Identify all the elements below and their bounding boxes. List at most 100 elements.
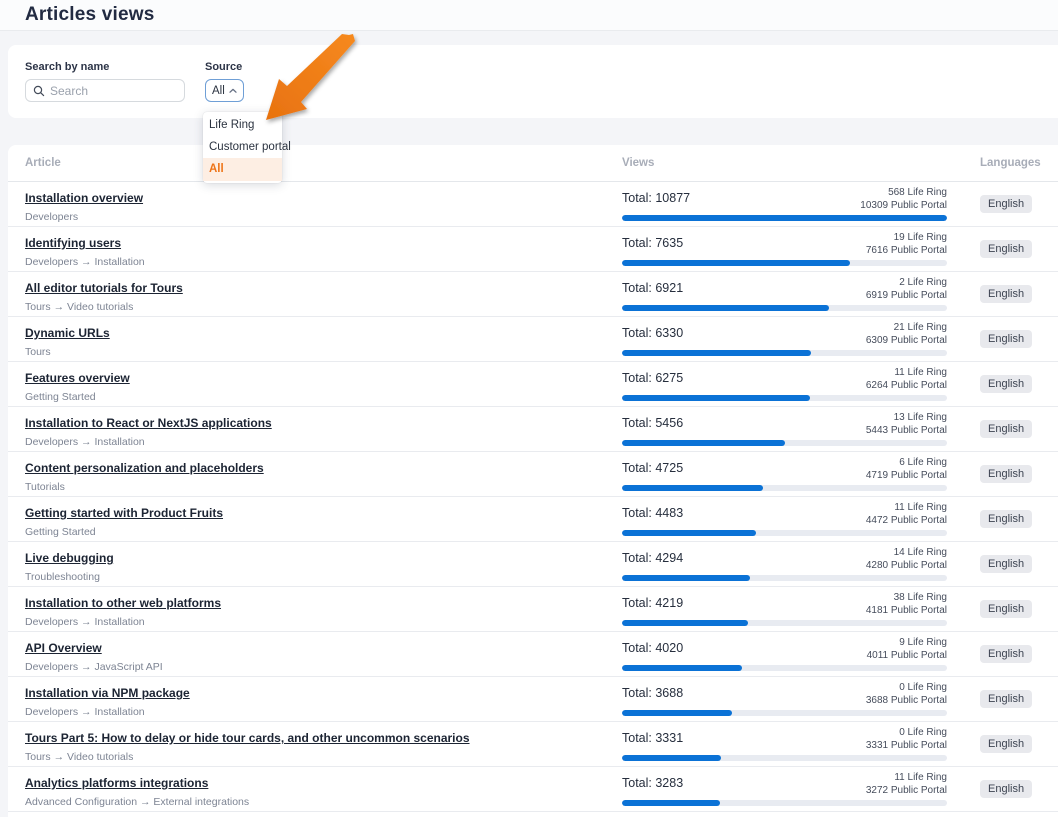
views-progress-fill — [622, 485, 763, 491]
life-ring-count: 11 Life Ring — [894, 367, 947, 378]
life-ring-count: 2 Life Ring — [899, 277, 947, 288]
table-row: Live debugging Troubleshooting Total: 42… — [8, 542, 1058, 587]
article-link[interactable]: Installation via NPM package — [25, 686, 190, 700]
language-badge: English — [980, 600, 1032, 618]
column-header-languages: Languages — [958, 157, 1058, 169]
search-input[interactable] — [50, 84, 177, 98]
article-link[interactable]: Dynamic URLs — [25, 326, 110, 340]
table-row: Content personalization and placeholders… — [8, 452, 1058, 497]
public-portal-count: 6919 Public Portal — [866, 290, 947, 301]
table-row: Installation overview Developers Total: … — [8, 182, 1058, 227]
views-progressbar — [622, 305, 947, 311]
article-path: Advanced Configuration → External integr… — [25, 796, 602, 808]
table-row: Identifying users Developers → Installat… — [8, 227, 1058, 272]
article-cell: API Overview Developers → JavaScript API — [8, 632, 612, 676]
views-progress-fill — [622, 575, 750, 581]
article-link[interactable]: Identifying users — [25, 236, 121, 250]
table-row: Installation to other web platforms Deve… — [8, 587, 1058, 632]
article-path: Developers → Installation — [25, 706, 602, 718]
views-breakdown: 11 Life Ring 6264 Public Portal — [866, 367, 947, 392]
views-cell: Total: 3283 11 Life Ring 3272 Public Por… — [612, 767, 958, 811]
languages-cell: English — [958, 362, 1058, 406]
views-cell: Total: 4483 11 Life Ring 4472 Public Por… — [612, 497, 958, 541]
views-cell: Total: 10877 568 Life Ring 10309 Public … — [612, 182, 958, 226]
search-box[interactable] — [25, 79, 185, 102]
article-link[interactable]: API Overview — [25, 641, 102, 655]
views-progress-fill — [622, 440, 785, 446]
views-breakdown: 0 Life Ring 3688 Public Portal — [866, 682, 947, 707]
views-progress-fill — [622, 260, 850, 266]
public-portal-count: 4280 Public Portal — [866, 560, 947, 571]
article-link[interactable]: Live debugging — [25, 551, 114, 565]
views-breakdown: 19 Life Ring 7616 Public Portal — [866, 232, 947, 257]
life-ring-count: 13 Life Ring — [894, 412, 947, 423]
public-portal-count: 6309 Public Portal — [866, 335, 947, 346]
languages-cell: English — [958, 452, 1058, 496]
dropdown-option-life-ring[interactable]: Life Ring — [203, 114, 282, 136]
article-link[interactable]: All editor tutorials for Tours — [25, 281, 183, 295]
article-link[interactable]: Tours Part 5: How to delay or hide tour … — [25, 731, 470, 745]
article-link[interactable]: Installation overview — [25, 191, 143, 205]
public-portal-count: 10309 Public Portal — [860, 200, 947, 211]
source-select[interactable]: All — [205, 79, 244, 102]
views-progress-fill — [622, 710, 732, 716]
views-breakdown: 2 Life Ring 6919 Public Portal — [866, 277, 947, 302]
views-cell: Total: 3331 0 Life Ring 3331 Public Port… — [612, 722, 958, 766]
views-progressbar — [622, 620, 947, 626]
article-path: Developers — [25, 211, 602, 223]
article-cell: Installation via NPM package Developers … — [8, 677, 612, 721]
views-total: Total: 6330 — [622, 322, 683, 340]
views-total: Total: 4020 — [622, 637, 683, 655]
language-badge: English — [980, 510, 1032, 528]
article-link[interactable]: Features overview — [25, 371, 130, 385]
language-badge: English — [980, 735, 1032, 753]
languages-cell: English — [958, 317, 1058, 361]
views-progressbar — [622, 710, 947, 716]
language-badge: English — [980, 690, 1032, 708]
language-badge: English — [980, 780, 1032, 798]
views-total: Total: 4483 — [622, 502, 683, 520]
page-header: Articles views — [0, 0, 1058, 31]
languages-cell: English — [958, 227, 1058, 271]
views-total: Total: 3688 — [622, 682, 683, 700]
dropdown-option-all[interactable]: All — [203, 158, 282, 181]
life-ring-count: 11 Life Ring — [894, 772, 947, 783]
article-link[interactable]: Analytics platforms integrations — [25, 776, 208, 790]
views-breakdown: 9 Life Ring 4011 Public Portal — [867, 637, 947, 662]
table-row: API Overview Developers → JavaScript API… — [8, 632, 1058, 677]
views-total: Total: 4725 — [622, 457, 683, 475]
article-link[interactable]: Installation to React or NextJS applicat… — [25, 416, 272, 430]
article-cell: Dynamic URLs Tours — [8, 317, 612, 361]
views-cell: Total: 4020 9 Life Ring 4011 Public Port… — [612, 632, 958, 676]
article-link[interactable]: Content personalization and placeholders — [25, 461, 264, 475]
views-progress-fill — [622, 800, 720, 806]
views-progressbar — [622, 215, 947, 221]
views-cell: Total: 4294 14 Life Ring 4280 Public Por… — [612, 542, 958, 586]
source-dropdown-menu: Life Ring Customer portal All — [203, 112, 282, 183]
articles-table: Article Views Languages Installation ove… — [8, 145, 1058, 817]
article-path: Troubleshooting — [25, 571, 602, 583]
article-path: Developers → Installation — [25, 256, 602, 268]
views-cell: Total: 4725 6 Life Ring 4719 Public Port… — [612, 452, 958, 496]
views-progress-fill — [622, 305, 829, 311]
article-path: Getting Started — [25, 526, 602, 538]
language-badge: English — [980, 420, 1032, 438]
views-progress-fill — [622, 755, 721, 761]
language-badge: English — [980, 645, 1032, 663]
table-row: Dynamic URLs Tours Total: 6330 21 Life R… — [8, 317, 1058, 362]
languages-cell: English — [958, 677, 1058, 721]
language-badge: English — [980, 240, 1032, 258]
views-total: Total: 6921 — [622, 277, 683, 295]
dropdown-option-customer-portal[interactable]: Customer portal — [203, 136, 282, 158]
article-path: Tutorials — [25, 481, 602, 493]
source-select-value: All — [212, 85, 225, 97]
article-cell: Installation overview Developers — [8, 182, 612, 226]
article-link[interactable]: Installation to other web platforms — [25, 596, 221, 610]
views-progressbar — [622, 260, 947, 266]
views-breakdown: 11 Life Ring 4472 Public Portal — [866, 502, 947, 527]
life-ring-count: 38 Life Ring — [894, 592, 947, 603]
article-cell: Features overview Getting Started — [8, 362, 612, 406]
life-ring-count: 0 Life Ring — [899, 727, 947, 738]
search-icon — [33, 85, 45, 97]
article-link[interactable]: Getting started with Product Fruits — [25, 506, 223, 520]
